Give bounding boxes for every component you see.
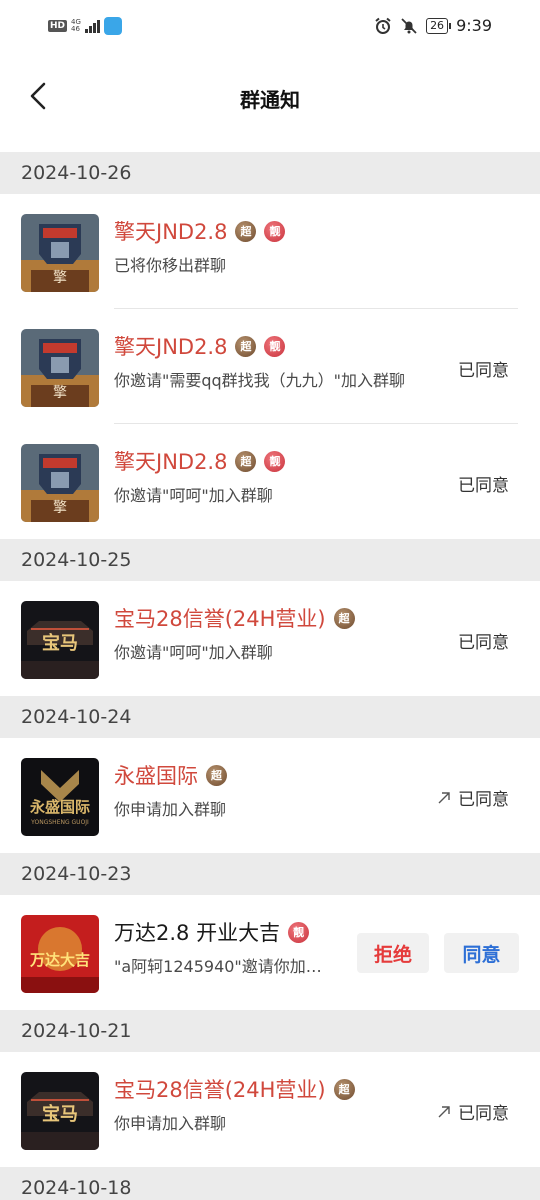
bmw-car-image: 宝马: [21, 601, 99, 679]
notification-list: 2024-10-26 擎 擎天JND2.8 超 靓 已将你移出群聊 擎 擎天JN…: [0, 152, 540, 1200]
hd-indicator: HD: [48, 20, 68, 32]
mute-bell-icon: [401, 17, 417, 34]
app-notification-icon: [103, 17, 122, 35]
date-header: 2024-10-25: [0, 539, 540, 581]
clock: 9:39: [456, 16, 492, 35]
group-name: 擎天JND2.8: [114, 220, 228, 244]
navigation-bar: 群通知: [0, 56, 540, 152]
super-badge: 超: [235, 220, 257, 242]
status-label: 已同意: [436, 1099, 509, 1124]
svg-text:擎: 擎: [53, 500, 67, 516]
group-name: 宝马28信誉(24H营业): [114, 607, 326, 631]
notification-message: 你邀请"呵呵"加入群聊: [114, 643, 273, 662]
wanda-poster-image: 万达大吉: [21, 915, 99, 993]
signal-icon: [84, 19, 100, 33]
date-header: 2024-10-23: [0, 853, 540, 895]
svg-text:擎: 擎: [53, 385, 67, 401]
page-title: 群通知: [240, 88, 300, 112]
group-name: 永盛国际: [114, 764, 198, 788]
group-avatar[interactable]: 擎: [21, 444, 99, 522]
group-avatar[interactable]: 万达大吉: [21, 915, 99, 993]
status-label: 已同意: [458, 633, 509, 653]
group-avatar[interactable]: 擎: [21, 329, 99, 407]
group-avatar[interactable]: 擎: [21, 214, 99, 292]
svg-text:永盛国际: 永盛国际: [29, 798, 90, 816]
group-name: 万达2.8 开业大吉: [114, 921, 281, 945]
robot-poster-image: 擎: [21, 214, 99, 292]
svg-text:YONGSHENG GUOJI: YONGSHENG GUOJI: [30, 819, 89, 826]
notification-item[interactable]: 永盛国际 YONGSHENG GUOJI 永盛国际 超 你申请加入群聊 已同意: [0, 738, 540, 853]
notification-message: 你申请加入群聊: [114, 1114, 227, 1133]
status-bar: HD 4G 46 26 9:39: [0, 0, 540, 56]
super-badge: 超: [235, 335, 257, 357]
status-label: 已同意: [436, 785, 509, 810]
notification-message: 你申请加入群聊: [114, 800, 227, 819]
notification-item[interactable]: 宝马 宝马28信誉(24H营业) 超 你邀请"呵呵"加入群聊 已同意: [0, 581, 540, 696]
accept-button[interactable]: 同意: [444, 933, 519, 973]
pretty-badge: 靓: [288, 921, 310, 943]
pretty-badge: 靓: [264, 220, 286, 242]
notification-item[interactable]: 擎 擎天JND2.8 超 靓 已将你移出群聊: [0, 194, 540, 309]
super-badge: 超: [333, 607, 355, 629]
group-name: 擎天JND2.8: [114, 450, 228, 474]
date-header: 2024-10-24: [0, 696, 540, 738]
outgoing-arrow-icon: [438, 1105, 450, 1117]
svg-text:宝马: 宝马: [42, 1103, 78, 1125]
notification-message: "a阿轲1245940"邀请你加入群聊: [114, 957, 334, 976]
status-right: 26 9:39: [374, 16, 492, 35]
notification-item[interactable]: 万达大吉 万达2.8 开业大吉 靓 "a阿轲1245940"邀请你加入群聊 拒绝…: [0, 895, 540, 1010]
status-label: 已同意: [458, 361, 509, 381]
date-header: 2024-10-18: [0, 1167, 540, 1200]
yongsheng-logo-image: 永盛国际 YONGSHENG GUOJI: [21, 758, 99, 836]
battery-indicator: 26: [426, 17, 452, 34]
robot-poster-image: 擎: [21, 329, 99, 407]
notification-message: 已将你移出群聊: [114, 256, 227, 275]
group-avatar[interactable]: 宝马: [21, 1072, 99, 1150]
group-avatar[interactable]: 永盛国际 YONGSHENG GUOJI: [21, 758, 99, 836]
super-badge: 超: [333, 1078, 355, 1100]
group-name: 擎天JND2.8: [114, 335, 228, 359]
status-left: HD 4G 46: [48, 17, 122, 35]
pretty-badge: 靓: [264, 450, 286, 472]
group-name: 宝马28信誉(24H营业): [114, 1078, 326, 1102]
alarm-icon: [375, 17, 391, 34]
date-header: 2024-10-21: [0, 1010, 540, 1052]
super-badge: 超: [206, 764, 227, 786]
notification-message: 你邀请"需要qq群找我（九九）"加入群聊: [114, 371, 406, 390]
status-label: 已同意: [458, 476, 509, 496]
robot-poster-image: 擎: [21, 444, 99, 522]
reject-button[interactable]: 拒绝: [357, 933, 429, 973]
date-header: 2024-10-26: [0, 152, 540, 194]
notification-item[interactable]: 擎 擎天JND2.8 超 靓 你邀请"需要qq群找我（九九）"加入群聊 已同意: [0, 309, 540, 424]
bmw-car-image: 宝马: [21, 1072, 99, 1150]
notification-message: 你邀请"呵呵"加入群聊: [114, 486, 273, 505]
network-type: 4G 46: [71, 18, 81, 33]
notification-item[interactable]: 宝马 宝马28信誉(24H营业) 超 你申请加入群聊 已同意: [0, 1052, 540, 1167]
svg-text:擎: 擎: [53, 270, 67, 286]
group-avatar[interactable]: 宝马: [21, 601, 99, 679]
pretty-badge: 靓: [264, 335, 286, 357]
svg-text:宝马: 宝马: [42, 632, 78, 654]
notification-item[interactable]: 擎 擎天JND2.8 超 靓 你邀请"呵呵"加入群聊 已同意: [0, 424, 540, 539]
super-badge: 超: [235, 450, 257, 472]
outgoing-arrow-icon: [438, 791, 450, 803]
svg-text:万达大吉: 万达大吉: [29, 951, 90, 969]
